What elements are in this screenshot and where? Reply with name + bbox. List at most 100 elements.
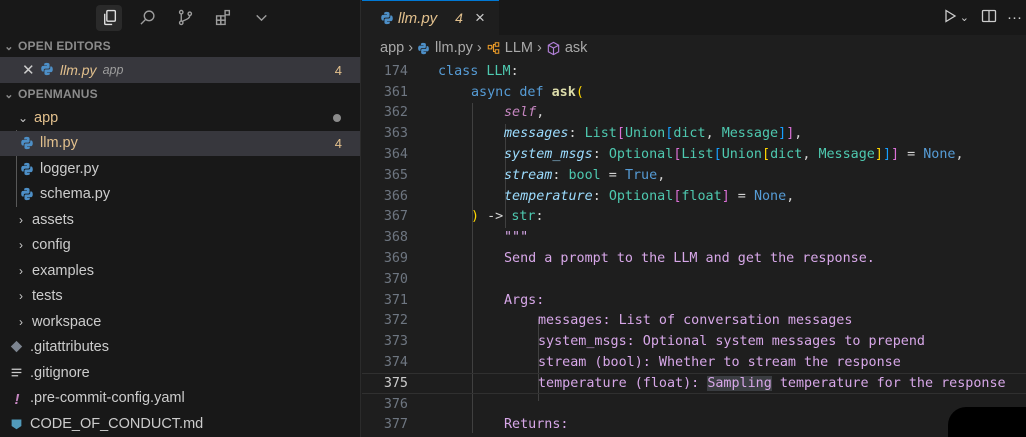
- code-punct: ->: [479, 209, 512, 225]
- workspace-header[interactable]: ⌄ OPENMANUS: [0, 83, 360, 105]
- breadcrumb-file[interactable]: llm.py: [435, 40, 473, 56]
- tree-folder-examples[interactable]: › examples: [0, 258, 360, 284]
- explorer-sidebar: ⌄ OPEN EDITORS ✕ llm.py app 4 ⌄ OPENMANU…: [0, 0, 361, 437]
- run-icon[interactable]: [942, 8, 958, 28]
- open-editor-item[interactable]: ✕ llm.py app 4: [0, 57, 360, 83]
- chevron-down-icon: ⌄: [17, 110, 29, 125]
- tree-file-precommit[interactable]: ! .pre-commit-config.yaml: [0, 386, 360, 412]
- breadcrumb-method[interactable]: ask: [565, 40, 588, 56]
- file-label: logger.py: [40, 160, 99, 177]
- python-file-icon: [20, 162, 34, 176]
- code-punct: :: [592, 147, 609, 163]
- code-punct: =: [729, 188, 754, 204]
- code-punct: ,: [955, 147, 964, 163]
- code-bracket: [: [762, 147, 771, 163]
- code-docstring: """: [504, 230, 529, 246]
- code-line: 377 Returns:: [362, 415, 1026, 436]
- extensions-icon[interactable]: [210, 5, 236, 31]
- open-editor-filename: llm.py: [60, 62, 97, 78]
- code-param: system_msgs: [504, 147, 593, 163]
- code-line-sticky: 174 class LLM:: [362, 61, 1026, 82]
- breadcrumb: app › llm.py › LLM › ask: [362, 35, 1026, 61]
- line-number: 366: [383, 188, 408, 204]
- tree-folder-app[interactable]: ⌄ app: [0, 105, 360, 131]
- overlay-widget: [948, 407, 1026, 437]
- more-icon[interactable]: ···: [1007, 9, 1022, 26]
- code-docstring: Send a prompt to the LLM and get the res…: [504, 251, 875, 267]
- code-bracket: [: [616, 126, 625, 142]
- close-icon[interactable]: ×: [475, 8, 485, 28]
- tree-folder-tests[interactable]: › tests: [0, 284, 360, 310]
- line-number: 363: [383, 126, 408, 142]
- code-line: 372 messages: List of conversation messa…: [362, 311, 1026, 332]
- open-editor-dir: app: [102, 63, 124, 77]
- code-type: Union: [624, 126, 666, 142]
- code-punct: ,: [786, 188, 795, 204]
- problems-count: 4: [334, 62, 342, 78]
- tree-folder-config[interactable]: › config: [0, 233, 360, 259]
- code-bracket: ): [471, 209, 480, 225]
- code-line: 362 self,: [362, 103, 1026, 124]
- code-type: bool: [568, 167, 601, 183]
- search-icon[interactable]: [134, 5, 160, 31]
- close-icon[interactable]: ✕: [22, 61, 40, 79]
- chevron-right-icon: ›: [19, 314, 23, 329]
- code-docstring: temperature (float):: [538, 375, 708, 391]
- code-bracket: ]: [721, 188, 730, 204]
- open-editors-title: OPEN EDITORS: [18, 39, 111, 53]
- code-self: self: [504, 105, 537, 121]
- source-control-icon[interactable]: [172, 5, 198, 31]
- tree-file-logger[interactable]: logger.py: [0, 156, 360, 182]
- tree-folder-assets[interactable]: › assets: [0, 207, 360, 233]
- chevron-down-icon[interactable]: [248, 5, 274, 31]
- tree-file-schema[interactable]: schema.py: [0, 182, 360, 208]
- code-constant: None: [923, 147, 956, 163]
- line-number: 368: [383, 230, 408, 246]
- open-editors-header[interactable]: ⌄ OPEN EDITORS: [0, 35, 360, 57]
- explorer-icon[interactable]: [96, 4, 122, 31]
- code-docstring: stream (bool): Whether to stream the res…: [538, 355, 901, 371]
- chevron-down-icon[interactable]: ⌄: [960, 11, 969, 24]
- code-line: 363 messages: List[Union[dict, Message]]…: [362, 123, 1026, 144]
- code-bracket: [: [713, 147, 722, 163]
- code-editor[interactable]: 174 class LLM: 361 async def ask( 362 se…: [362, 61, 1026, 437]
- file-tree: ⌄ app llm.py 4 logger.py schema.py › ass…: [0, 105, 360, 437]
- tree-file-gitignore[interactable]: .gitignore: [0, 360, 360, 386]
- chevron-down-icon: ⌄: [4, 88, 14, 101]
- file-label: CODE_OF_CONDUCT.md: [30, 415, 204, 432]
- code-class-name: LLM: [486, 63, 511, 79]
- line-number: 365: [383, 167, 408, 183]
- split-editor-icon[interactable]: [981, 8, 997, 28]
- code-punct: ,: [536, 105, 545, 121]
- code-line: 376: [362, 394, 1026, 415]
- line-number: 372: [383, 313, 408, 329]
- line-number: 370: [383, 271, 408, 287]
- code-param: temperature: [504, 188, 593, 204]
- tree-file-llm[interactable]: llm.py 4: [0, 130, 360, 156]
- sidebar-toolbar: [0, 0, 360, 35]
- chevron-right-icon: ›: [19, 289, 23, 304]
- tree-file-code-of-conduct[interactable]: CODE_OF_CONDUCT.md: [0, 411, 360, 437]
- tree-folder-workspace[interactable]: › workspace: [0, 309, 360, 335]
- line-number: 371: [383, 292, 408, 308]
- code-docstring: system_msgs: Optional system messages to…: [538, 334, 925, 350]
- line-number: 369: [383, 251, 408, 267]
- code-constant: True: [624, 167, 658, 183]
- tab-llm-py[interactable]: llm.py 4 ×: [362, 0, 499, 35]
- line-number: 377: [383, 417, 408, 433]
- line-number: 374: [383, 355, 408, 371]
- tab-label: llm.py: [398, 9, 438, 27]
- python-file-icon: [40, 62, 54, 79]
- line-number: 376: [383, 396, 408, 412]
- code-type: Union: [721, 147, 762, 163]
- folder-label: workspace: [32, 313, 102, 330]
- breadcrumb-folder[interactable]: app: [380, 40, 404, 56]
- tree-file-gitattributes[interactable]: .gitattributes: [0, 335, 360, 361]
- code-punct: :: [510, 63, 519, 79]
- file-label: .gitignore: [30, 364, 90, 381]
- tab-problems-count: 4: [455, 10, 463, 26]
- modified-dot: [333, 114, 341, 122]
- breadcrumb-class[interactable]: LLM: [505, 40, 533, 56]
- python-file-icon: [20, 187, 34, 201]
- code-bracket: (: [575, 84, 584, 100]
